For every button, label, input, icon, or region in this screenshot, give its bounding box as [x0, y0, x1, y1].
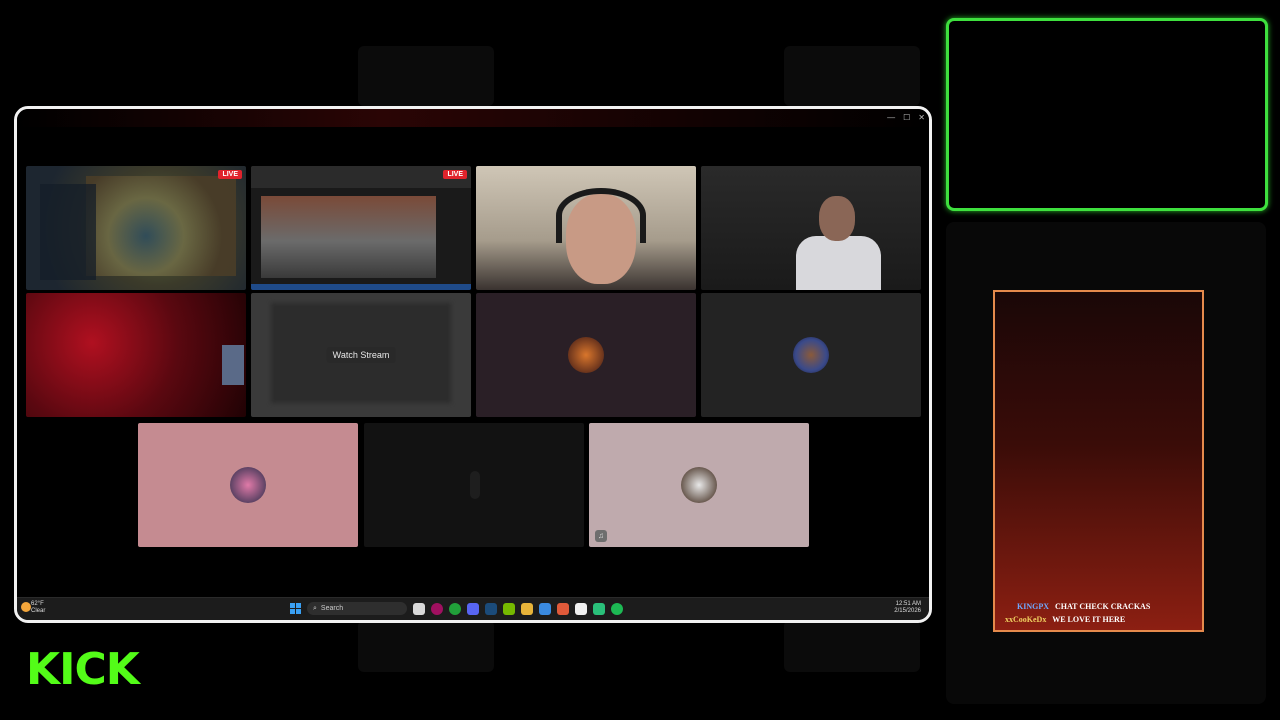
chat-username: xxCooKeDx	[1005, 615, 1047, 624]
video-tile-avatar[interactable]	[701, 293, 921, 417]
window-titlebar: — ☐ ✕	[17, 109, 929, 127]
app-icon[interactable]	[593, 602, 605, 615]
browser-toolbar	[251, 166, 471, 188]
background-panel	[784, 620, 920, 672]
chat-message: KINGPX CHAT CHECK CRACKAS	[1017, 602, 1150, 611]
close-button[interactable]: ✕	[918, 113, 925, 122]
app-icon[interactable]	[557, 602, 569, 615]
steam-icon[interactable]	[485, 602, 497, 615]
monitor-glow	[222, 345, 244, 385]
chat-message: xxCooKeDx WE LOVE IT HERE	[1005, 615, 1125, 624]
background-panel	[358, 620, 494, 672]
participant-face	[819, 196, 855, 241]
clock-date: 2/15/2026	[894, 608, 921, 614]
minimize-button[interactable]: —	[887, 113, 895, 122]
video-tile-avatar[interactable]	[364, 423, 584, 547]
spotify-icon[interactable]	[611, 602, 623, 615]
weather-temp: 62°F	[31, 601, 44, 607]
window-controls: — ☐ ✕	[887, 113, 925, 122]
watch-stream-button[interactable]: Watch Stream	[326, 347, 396, 363]
store-icon[interactable]	[575, 602, 587, 615]
chat-text: WE LOVE IT HERE	[1052, 615, 1126, 624]
media-icon[interactable]	[431, 602, 443, 615]
video-tile-browser-screenshare[interactable]: LIVE	[251, 166, 471, 290]
captured-window: — ☐ ✕ LIVE LIVE Watch Stream ♫ 62°F Clea…	[14, 106, 932, 623]
chat-overlay: KINGPX CHAT CHECK CRACKAS xxCooKeDx WE L…	[993, 290, 1204, 632]
discord-icon[interactable]	[467, 602, 479, 615]
browser-taskbar-strip	[251, 284, 471, 290]
nvidia-icon[interactable]	[503, 602, 515, 615]
folder-icon[interactable]	[521, 602, 533, 615]
background-panel	[358, 46, 494, 106]
participant-avatar	[681, 467, 717, 503]
participant-avatar	[230, 467, 266, 503]
weather-icon	[21, 602, 31, 612]
file-explorer-icon[interactable]	[413, 602, 425, 615]
background-panel	[784, 46, 920, 106]
chat-username: KINGPX	[1017, 602, 1049, 611]
webcam-frame	[946, 18, 1268, 211]
game-menu-panel	[40, 184, 96, 280]
live-badge: LIVE	[218, 170, 242, 179]
xbox-icon[interactable]	[449, 602, 461, 615]
search-placeholder: Search	[320, 605, 344, 612]
live-badge: LIVE	[443, 170, 467, 179]
video-tile-webcam[interactable]	[476, 166, 696, 290]
video-frame-garage	[261, 196, 436, 278]
windows-start-icon[interactable]	[290, 603, 301, 614]
headset	[556, 188, 646, 243]
participant-avatar	[793, 337, 829, 373]
video-tile-screenshare-preview[interactable]: Watch Stream	[251, 293, 471, 417]
video-tile-webcam[interactable]	[701, 166, 921, 290]
weather-desc: Clear	[31, 608, 46, 614]
kick-logo: KICK	[26, 644, 140, 695]
video-tile-avatar[interactable]: ♫	[589, 423, 809, 547]
taskbar-clock[interactable]: 12:51 AM 2/15/2026	[894, 601, 921, 615]
video-tile-avatar[interactable]	[476, 293, 696, 417]
app-icon[interactable]	[539, 602, 551, 615]
participant-body	[796, 236, 881, 290]
video-tile-webcam-red[interactable]	[26, 293, 246, 417]
clock-time: 12:51 AM	[895, 601, 921, 607]
headphones-icon: ♫	[595, 530, 607, 542]
taskbar-apps: ⌕ Search	[290, 602, 623, 615]
chat-text: CHAT CHECK CRACKAS	[1055, 602, 1151, 611]
game-map	[86, 176, 236, 276]
weather-widget[interactable]: 62°F Clear	[31, 601, 45, 615]
video-tile-avatar[interactable]	[138, 423, 358, 547]
maximize-button[interactable]: ☐	[903, 113, 910, 122]
windows-taskbar: 62°F Clear ⌕ Search 12:51 AM 2/15/2026	[17, 597, 929, 620]
video-tile-game-screenshare[interactable]: LIVE	[26, 166, 246, 290]
search-icon: ⌕	[313, 604, 317, 612]
taskbar-search[interactable]: ⌕ Search	[307, 602, 407, 615]
participant-avatar	[568, 337, 604, 373]
participant-avatar	[470, 471, 480, 499]
